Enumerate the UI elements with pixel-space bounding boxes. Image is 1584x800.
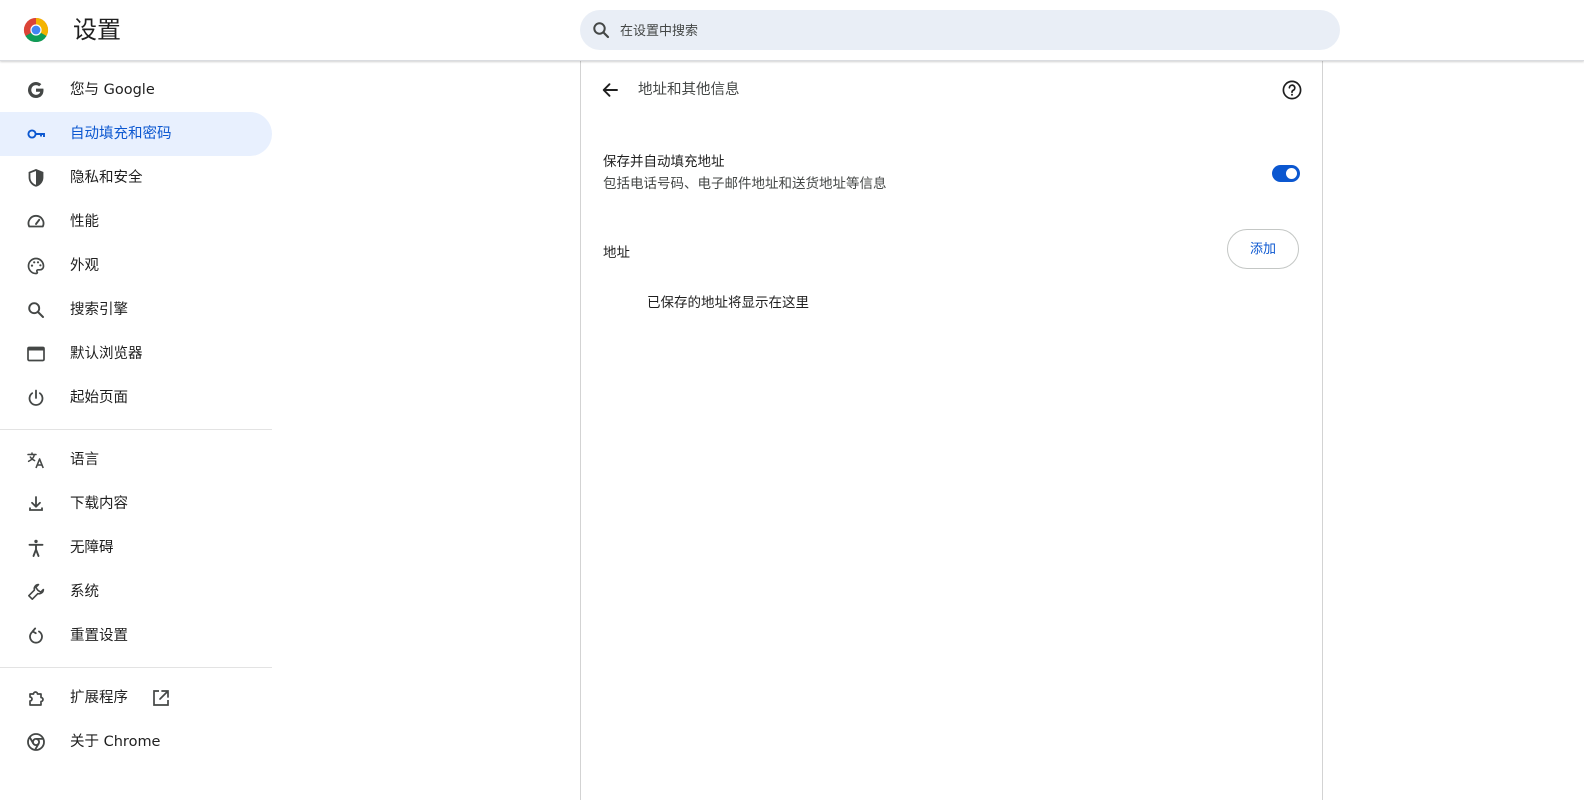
google-g-icon (28, 82, 44, 98)
chrome-icon (27, 733, 45, 751)
sidebar-divider (0, 667, 272, 668)
sidebar-item-accessibility[interactable]: 无障碍 (0, 526, 272, 570)
sidebar-item-label: 无障碍 (70, 540, 114, 556)
palette-icon (27, 257, 45, 275)
sidebar-item-label: 性能 (70, 214, 99, 230)
setting-description: 包括电话号码、电子邮件地址和送货地址等信息 (603, 176, 887, 192)
external-link-icon (153, 690, 169, 706)
sidebar-item-label: 语言 (70, 452, 99, 468)
key-icon (27, 129, 45, 139)
sidebar-item-you-and-google[interactable]: 您与 Google (0, 68, 272, 112)
sidebar-item-label: 扩展程序 (70, 690, 128, 706)
back-arrow-icon[interactable] (599, 79, 621, 101)
sidebar-item-search-engine[interactable]: 搜索引擎 (0, 288, 272, 332)
sidebar-item-on-startup[interactable]: 起始页面 (0, 376, 272, 420)
sidebar: 您与 Google 自动填充和密码 隐私和安全 性能 外观 搜索引擎 默认浏览器… (0, 61, 272, 800)
sidebar-item-privacy[interactable]: 隐私和安全 (0, 156, 272, 200)
search-icon (28, 302, 44, 318)
sidebar-item-autofill[interactable]: 自动填充和密码 (0, 112, 272, 156)
sidebar-item-performance[interactable]: 性能 (0, 200, 272, 244)
reset-icon (29, 627, 43, 644)
sidebar-divider (0, 429, 272, 430)
sidebar-item-label: 起始页面 (70, 390, 128, 406)
empty-addresses-message: 已保存的地址将显示在这里 (647, 295, 809, 311)
chrome-logo-icon (23, 17, 49, 43)
toggle-knob (1286, 168, 1297, 179)
search-box[interactable] (580, 10, 1340, 50)
search-icon (593, 22, 610, 39)
wrench-icon (28, 583, 45, 600)
shield-icon (28, 169, 44, 187)
sidebar-item-label: 自动填充和密码 (70, 126, 172, 142)
sidebar-item-extensions[interactable]: 扩展程序 (0, 676, 272, 720)
sidebar-item-label: 隐私和安全 (70, 170, 143, 186)
page-title: 设置 (73, 16, 121, 44)
sidebar-item-label: 下载内容 (70, 496, 128, 512)
power-icon (28, 389, 44, 406)
sidebar-item-reset[interactable]: 重置设置 (0, 614, 272, 658)
sidebar-item-appearance[interactable]: 外观 (0, 244, 272, 288)
accessibility-icon (28, 539, 44, 557)
settings-panel: 地址和其他信息 保存并自动填充地址 包括电话号码、电子邮件地址和送货地址等信息 … (580, 61, 1323, 800)
speedometer-icon (27, 214, 45, 228)
addresses-section-label: 地址 (603, 245, 630, 261)
puzzle-icon (29, 691, 44, 706)
download-icon (29, 496, 43, 511)
sidebar-item-system[interactable]: 系统 (0, 570, 272, 614)
help-icon[interactable] (1281, 79, 1303, 101)
browser-window-icon (27, 346, 45, 362)
sidebar-item-default-browser[interactable]: 默认浏览器 (0, 332, 272, 376)
sidebar-item-label: 您与 Google (70, 82, 155, 98)
sidebar-item-label: 重置设置 (70, 628, 128, 644)
search-input[interactable] (618, 18, 1302, 44)
sidebar-item-label: 外观 (70, 258, 99, 274)
top-bar: 设置 (0, 0, 1584, 61)
sidebar-item-about-chrome[interactable]: 关于 Chrome (0, 720, 272, 764)
translate-icon (27, 452, 44, 469)
sidebar-item-label: 关于 Chrome (70, 734, 161, 750)
save-addresses-toggle[interactable] (1272, 165, 1300, 182)
sidebar-item-label: 系统 (70, 584, 99, 600)
add-address-button[interactable]: 添加 (1227, 229, 1299, 269)
sidebar-item-languages[interactable]: 语言 (0, 438, 272, 482)
setting-title: 保存并自动填充地址 (603, 154, 725, 170)
sidebar-item-label: 搜索引擎 (70, 302, 128, 318)
subpage-title: 地址和其他信息 (638, 82, 740, 98)
sidebar-item-downloads[interactable]: 下载内容 (0, 482, 272, 526)
sidebar-item-label: 默认浏览器 (70, 346, 143, 362)
